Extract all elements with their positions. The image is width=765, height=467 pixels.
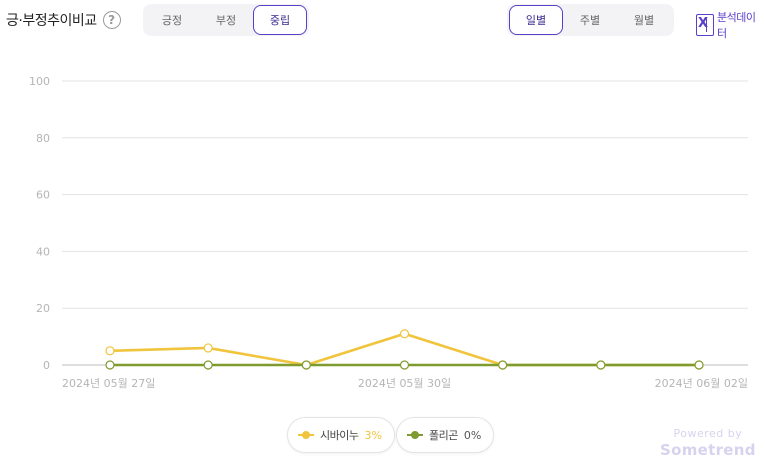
y-tick-label: 40 <box>36 245 50 258</box>
data-point-1 <box>498 360 508 370</box>
data-point-1 <box>596 360 606 370</box>
legend-series-name: 폴리곤 <box>429 429 458 442</box>
y-tick-label: 60 <box>36 189 50 202</box>
tab-neutral[interactable]: 중립 <box>253 5 307 35</box>
data-point-0 <box>399 329 410 339</box>
sentiment-tabs: 긍정 부정 중립 <box>143 4 309 36</box>
data-point-1 <box>301 360 311 370</box>
data-point-1 <box>203 360 213 370</box>
help-icon[interactable]: ? <box>102 11 121 29</box>
section-header: 긍·부정추이비교 ? <box>6 10 121 30</box>
trend-line-chart: 100 80 60 40 20 0 2024년 05월 27일 2024년 05월 30일 20… <box>29 75 748 390</box>
powered-by-text: Powered by <box>673 427 743 440</box>
period-tabs: 일별 주별 월별 <box>507 4 674 36</box>
legend-series-value: 3% <box>364 428 382 442</box>
tab-positive[interactable]: 긍정 <box>145 5 199 35</box>
data-point-0 <box>203 343 213 353</box>
legend-item-polygon[interactable]: 폴리곤 0% <box>396 417 495 453</box>
y-tick-label: 100 <box>29 75 50 88</box>
tab-daily[interactable]: 일별 <box>509 5 563 35</box>
y-tick-label: 20 <box>36 302 50 315</box>
export-data-label: 분석데이터 <box>716 11 756 40</box>
data-point-1 <box>105 360 115 370</box>
x-tick-label: 2024년 06월 02일 <box>655 376 748 390</box>
legend-item-shiba[interactable]: 시바이누 3% <box>287 417 395 453</box>
data-point-1 <box>399 360 410 370</box>
tab-weekly[interactable]: 주별 <box>563 5 617 35</box>
y-tick-label: 80 <box>36 132 50 145</box>
tab-negative[interactable]: 부정 <box>199 5 253 35</box>
x-tick-label: 2024년 05월 30일 <box>358 376 451 390</box>
data-point-0 <box>105 346 115 356</box>
y-tick-label: 0 <box>43 359 50 372</box>
series-line-0 <box>109 332 699 367</box>
legend-marker-icon <box>407 431 423 439</box>
legend-series-value: 0% <box>463 428 482 442</box>
x-tick-label: 2024년 05월 27일 <box>62 376 155 390</box>
powered-by-brand: Powered by Sometrend <box>660 427 756 459</box>
page-title: 긍·부정추이비교 <box>6 13 97 29</box>
legend-marker-icon <box>298 431 314 439</box>
legend-series-name: 시바이누 <box>320 429 359 442</box>
export-data-button[interactable]: 분석데이터 <box>696 9 765 41</box>
brand-logo-text: Sometrend <box>660 441 756 459</box>
excel-icon <box>696 14 714 36</box>
tab-monthly[interactable]: 월별 <box>617 5 671 35</box>
data-point-1 <box>694 360 704 370</box>
